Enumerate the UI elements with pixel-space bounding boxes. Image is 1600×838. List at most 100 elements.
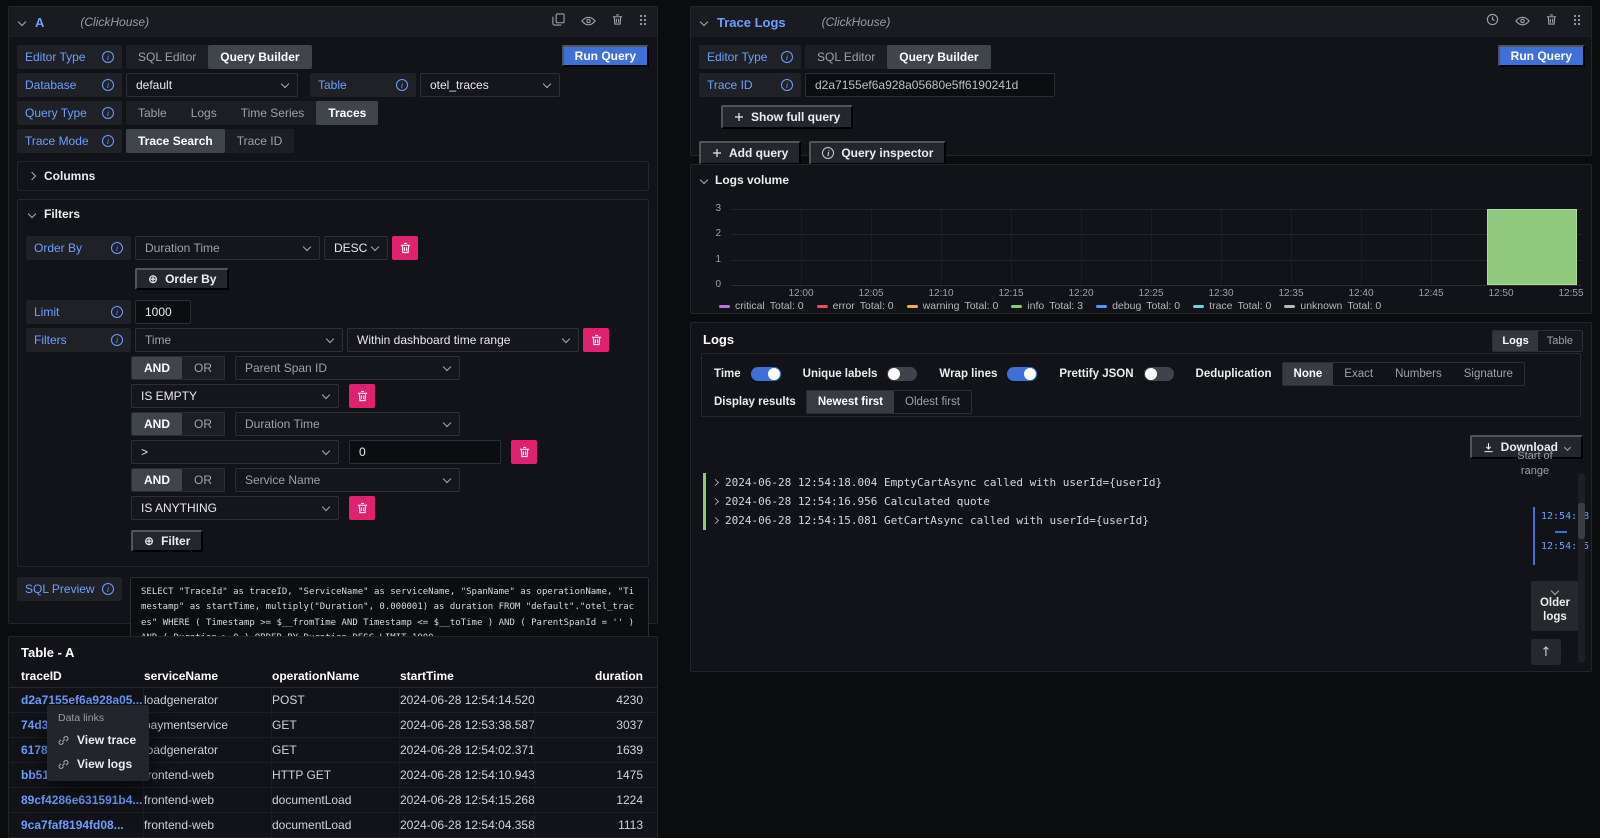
filter-field-select[interactable]: Service Name [235, 468, 460, 492]
add-filter-button[interactable]: ⊕Filter [131, 530, 203, 552]
drag-handle-icon[interactable] [639, 13, 647, 31]
dedup-exact[interactable]: Exact [1333, 363, 1384, 385]
info-icon[interactable]: i [781, 79, 793, 91]
and-option[interactable]: AND [132, 357, 182, 379]
eye-icon[interactable] [581, 13, 596, 31]
sql-editor-option[interactable]: SQL Editor [805, 45, 887, 69]
wrap-lines-switch[interactable] [1007, 367, 1037, 381]
info-log-volume-bar[interactable] [1487, 209, 1577, 285]
filter-op-select[interactable]: IS ANYTHING [131, 496, 339, 520]
query-inspector-button[interactable]: iQuery inspector [809, 141, 946, 165]
add-order-by-button[interactable]: ⊕Order By [135, 268, 229, 290]
sql-editor-option[interactable]: SQL Editor [126, 45, 208, 69]
trash-icon[interactable] [1546, 13, 1557, 31]
collapse-chevron-icon[interactable] [700, 176, 708, 184]
columns-section-header[interactable]: Columns [18, 162, 648, 190]
filter-value-input[interactable]: 0 [349, 440, 501, 464]
legend-item[interactable]: criticalTotal: 0 [719, 300, 804, 312]
dedup-numbers[interactable]: Numbers [1384, 363, 1453, 385]
order-by-direction-select[interactable]: DESC [324, 236, 388, 260]
col-header-duration[interactable]: duration [535, 664, 657, 687]
legend-item[interactable]: debugTotal: 0 [1096, 300, 1180, 312]
info-icon[interactable]: i [102, 583, 114, 595]
info-icon[interactable]: i [102, 79, 114, 91]
dedup-signature[interactable]: Signature [1453, 363, 1524, 385]
query-type-table[interactable]: Table [126, 101, 179, 125]
collapse-chevron-icon[interactable] [700, 18, 708, 26]
eye-icon[interactable] [1515, 13, 1530, 31]
limit-input[interactable]: 1000 [135, 300, 191, 324]
add-query-button[interactable]: Add query [699, 141, 801, 165]
query-type-timeseries[interactable]: Time Series [229, 101, 317, 125]
info-icon[interactable]: i [781, 51, 793, 63]
trace-id-input[interactable]: d2a7155ef6a928a05680e5ff6190241d [805, 73, 1055, 97]
col-header-traceid[interactable]: traceID [21, 664, 144, 687]
table-view-option[interactable]: Table [1538, 331, 1582, 351]
query-type-traces[interactable]: Traces [316, 101, 378, 125]
query-builder-option[interactable]: Query Builder [208, 45, 311, 69]
time-switch[interactable] [751, 367, 781, 381]
log-row[interactable]: 2024-06-28 12:54:16.956 Calculated quote [703, 492, 1461, 511]
trash-icon[interactable] [612, 13, 623, 31]
log-row[interactable]: 2024-06-28 12:54:15.081 GetCartAsync cal… [703, 511, 1461, 530]
database-select[interactable]: default [126, 73, 298, 97]
run-query-button[interactable]: Run Query [562, 45, 649, 67]
dedup-none[interactable]: None [1283, 363, 1334, 385]
legend-item[interactable]: errorTotal: 0 [817, 300, 894, 312]
query-builder-option[interactable]: Query Builder [887, 45, 990, 69]
or-option[interactable]: OR [182, 469, 224, 491]
or-option[interactable]: OR [182, 357, 224, 379]
order-by-field-select[interactable]: Duration Time [135, 236, 320, 260]
oldest-first-option[interactable]: Oldest first [894, 391, 971, 413]
info-icon[interactable]: i [111, 306, 123, 318]
newest-first-option[interactable]: Newest first [807, 391, 894, 413]
query-type-logs[interactable]: Logs [179, 101, 229, 125]
legend-item[interactable]: infoTotal: 3 [1011, 300, 1083, 312]
trace-search-option[interactable]: Trace Search [126, 129, 225, 153]
scrollbar-thumb[interactable] [1578, 503, 1585, 539]
filter-field-select[interactable]: Duration Time [235, 412, 460, 436]
and-option[interactable]: AND [132, 469, 182, 491]
filter-op-select[interactable]: > [131, 440, 339, 464]
view-trace-menu-item[interactable]: View trace [47, 728, 149, 752]
copy-icon[interactable] [552, 13, 565, 31]
info-icon[interactable]: i [111, 334, 123, 346]
info-icon[interactable]: i [396, 79, 408, 91]
info-icon[interactable]: i [102, 51, 114, 63]
log-row[interactable]: 2024-06-28 12:54:18.004 EmptyCartAsync c… [703, 473, 1461, 492]
remove-filter-button[interactable] [511, 440, 537, 464]
show-full-query-button[interactable]: Show full query [721, 105, 853, 129]
table-select[interactable]: otel_traces [420, 73, 560, 97]
logs-view-option[interactable]: Logs [1493, 331, 1537, 351]
unique-labels-switch[interactable] [887, 367, 917, 381]
filter-field-select[interactable]: Parent Span ID [235, 356, 460, 380]
remove-order-by-button[interactable] [392, 236, 418, 260]
older-logs-button[interactable]: Older logs [1531, 581, 1579, 631]
remove-filter-button[interactable] [349, 496, 375, 520]
filters-section-header[interactable]: Filters [18, 200, 648, 228]
prettify-json-switch[interactable] [1144, 367, 1174, 381]
col-header-starttime[interactable]: startTime [400, 664, 535, 687]
drag-handle-icon[interactable] [1573, 13, 1581, 31]
trace-id-option[interactable]: Trace ID [225, 129, 295, 153]
legend-item[interactable]: warningTotal: 0 [907, 300, 999, 312]
col-header-operationname[interactable]: operationName [272, 664, 400, 687]
col-header-servicename[interactable]: serviceName [144, 664, 272, 687]
collapse-chevron-icon[interactable] [18, 18, 26, 26]
info-icon[interactable]: i [111, 242, 123, 254]
info-icon[interactable]: i [102, 135, 114, 147]
and-option[interactable]: AND [132, 413, 182, 435]
legend-item[interactable]: traceTotal: 0 [1193, 300, 1271, 312]
remove-filter-button[interactable] [583, 328, 609, 352]
run-query-button[interactable]: Run Query [1498, 45, 1585, 67]
info-icon[interactable]: i [102, 107, 114, 119]
trace-link[interactable]: 89cf4286e631591b4... [21, 788, 144, 812]
filter-op-select[interactable]: IS EMPTY [131, 384, 339, 408]
scroll-to-top-button[interactable]: ↑ [1531, 639, 1561, 665]
clock-icon[interactable] [1486, 13, 1499, 31]
filter-time-op-select[interactable]: Within dashboard time range [347, 328, 579, 352]
view-logs-menu-item[interactable]: View logs [47, 752, 149, 776]
trace-link[interactable]: 9ca7faf8194fd08... [21, 813, 144, 837]
or-option[interactable]: OR [182, 413, 224, 435]
remove-filter-button[interactable] [349, 384, 375, 408]
